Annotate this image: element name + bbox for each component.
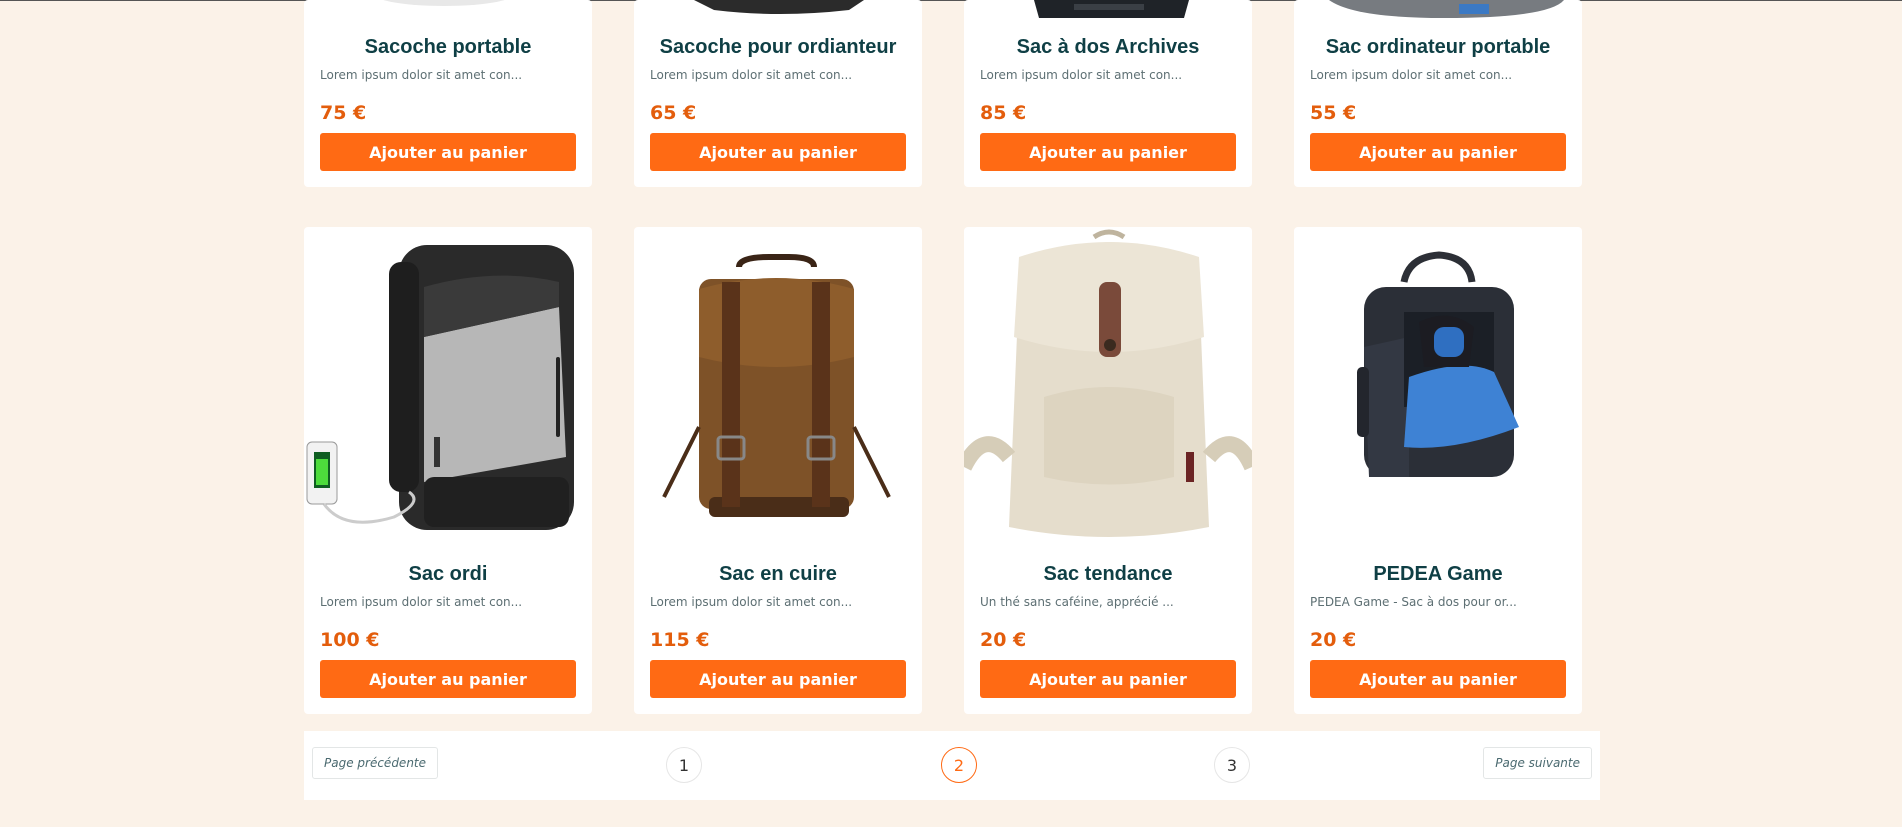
- product-description: Lorem ipsum dolor sit amet con...: [320, 68, 523, 82]
- product-card: Sac ordi Lorem ipsum dolor sit amet con.…: [304, 227, 592, 714]
- product-price: 20 €: [980, 629, 1027, 651]
- product-title: Sacoche pour ordianteur: [659, 36, 897, 58]
- product-image: [1294, 0, 1582, 20]
- pagination: Page précédente 1 2 3 Page suivante: [304, 731, 1600, 800]
- product-description: Lorem ipsum dolor sit amet con...: [650, 595, 853, 609]
- product-price: 115 €: [650, 629, 710, 651]
- add-to-cart-button[interactable]: Ajouter au panier: [650, 660, 906, 698]
- add-to-cart-button[interactable]: Ajouter au panier: [1310, 660, 1566, 698]
- product-image-backpack-gaming: [1294, 227, 1582, 547]
- product-image: [964, 0, 1252, 20]
- add-to-cart-button[interactable]: Ajouter au panier: [1310, 133, 1566, 171]
- product-card: Sac à dos Archives Lorem ipsum dolor sit…: [964, 0, 1252, 187]
- add-to-cart-button[interactable]: Ajouter au panier: [320, 133, 576, 171]
- product-image: [304, 0, 592, 20]
- next-page-button[interactable]: Page suivante: [1483, 747, 1592, 779]
- product-title: Sac à dos Archives: [1016, 36, 1200, 58]
- product-card: Sac en cuire Lorem ipsum dolor sit amet …: [634, 227, 922, 714]
- product-title: Sac ordi: [408, 563, 488, 585]
- product-image-backpack-grey: [304, 227, 592, 547]
- product-price: 65 €: [650, 102, 697, 124]
- product-card: Sacoche pour ordianteur Lorem ipsum dolo…: [634, 0, 922, 187]
- product-description: PEDEA Game - Sac à dos pour or...: [1310, 595, 1517, 609]
- product-description: Lorem ipsum dolor sit amet con...: [650, 68, 853, 82]
- product-title: Sac tendance: [1043, 563, 1173, 585]
- add-to-cart-button[interactable]: Ajouter au panier: [980, 660, 1236, 698]
- page-2-button-current[interactable]: 2: [941, 747, 977, 783]
- product-card: Sacoche portable Lorem ipsum dolor sit a…: [304, 0, 592, 187]
- product-card: Sac ordinateur portable Lorem ipsum dolo…: [1294, 0, 1582, 187]
- top-border: [0, 0, 1902, 1]
- add-to-cart-button[interactable]: Ajouter au panier: [980, 133, 1236, 171]
- product-description: Lorem ipsum dolor sit amet con...: [980, 68, 1183, 82]
- page-3-button[interactable]: 3: [1214, 747, 1250, 783]
- product-price: 75 €: [320, 102, 367, 124]
- add-to-cart-button[interactable]: Ajouter au panier: [320, 660, 576, 698]
- product-image-backpack-leather: [634, 227, 922, 547]
- product-title: PEDEA Game: [1373, 563, 1503, 585]
- product-description: Lorem ipsum dolor sit amet con...: [320, 595, 523, 609]
- product-title: Sac ordinateur portable: [1325, 36, 1551, 58]
- product-image-backpack-canvas: [964, 227, 1252, 547]
- product-description: Lorem ipsum dolor sit amet con...: [1310, 68, 1513, 82]
- product-title: Sac en cuire: [719, 563, 837, 585]
- page-1-button[interactable]: 1: [666, 747, 702, 783]
- product-image: [634, 0, 922, 20]
- product-title: Sacoche portable: [364, 36, 532, 58]
- product-price: 55 €: [1310, 102, 1357, 124]
- add-to-cart-button[interactable]: Ajouter au panier: [650, 133, 906, 171]
- previous-page-button[interactable]: Page précédente: [312, 747, 439, 779]
- product-card: PEDEA Game PEDEA Game - Sac à dos pour o…: [1294, 227, 1582, 714]
- product-price: 100 €: [320, 629, 380, 651]
- product-card: Sac tendance Un thé sans caféine, appréc…: [964, 227, 1252, 714]
- product-description: Un thé sans caféine, apprécié ...: [980, 595, 1174, 609]
- product-price: 20 €: [1310, 629, 1357, 651]
- product-price: 85 €: [980, 102, 1027, 124]
